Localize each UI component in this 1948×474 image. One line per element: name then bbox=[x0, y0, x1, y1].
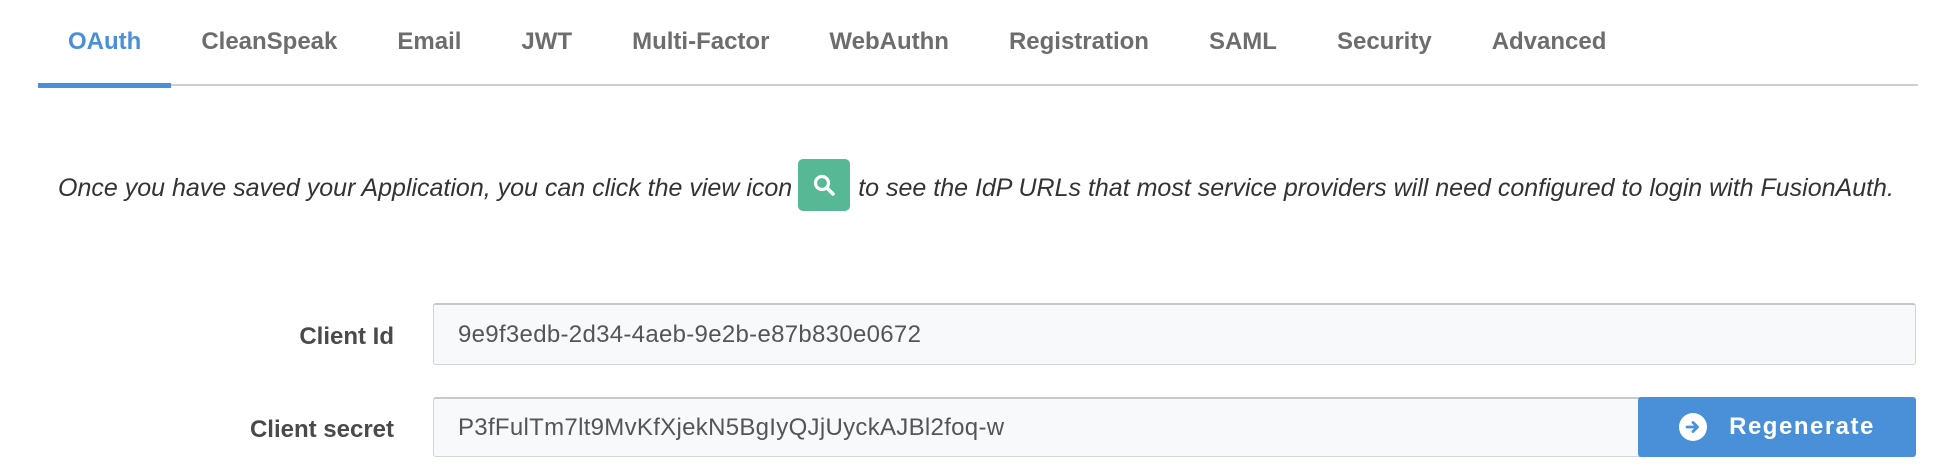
tab-webauthn[interactable]: WebAuthn bbox=[799, 0, 979, 86]
tab-advanced[interactable]: Advanced bbox=[1462, 0, 1637, 86]
info-text-before: Once you have saved your Application, yo… bbox=[58, 174, 793, 202]
client-id-label: Client Id bbox=[299, 323, 394, 350]
tab-saml[interactable]: SAML bbox=[1179, 0, 1307, 86]
tab-label: SAML bbox=[1208, 28, 1277, 55]
tab-oauth[interactable]: OAuth bbox=[38, 0, 172, 88]
arrow-circle-right-icon bbox=[1679, 413, 1708, 441]
tab-jwt[interactable]: JWT bbox=[491, 0, 602, 86]
search-icon bbox=[814, 175, 836, 197]
tab-security[interactable]: Security bbox=[1307, 0, 1462, 86]
regenerate-button[interactable]: Regenerate bbox=[1638, 397, 1916, 457]
tab-label: Advanced bbox=[1491, 28, 1607, 55]
tab-cleanspeak[interactable]: CleanSpeak bbox=[171, 0, 367, 86]
tab-label: OAuth bbox=[68, 28, 142, 55]
tab-label: Security bbox=[1336, 28, 1432, 55]
client-secret-label: Client secret bbox=[249, 416, 394, 443]
tab-bar: OAuth CleanSpeak Email JWT Multi-Factor … bbox=[38, 0, 1918, 88]
tab-label: Multi-Factor bbox=[632, 28, 770, 55]
tab-multi-factor[interactable]: Multi-Factor bbox=[602, 0, 799, 86]
regenerate-label: Regenerate bbox=[1729, 413, 1875, 440]
tab-label: WebAuthn bbox=[829, 28, 949, 55]
view-button[interactable] bbox=[798, 159, 851, 212]
tab-registration[interactable]: Registration bbox=[979, 0, 1179, 86]
client-id-field[interactable]: 9e9f3edb-2d34-4aeb-9e2b-e87b830e0672 bbox=[433, 303, 1916, 365]
tab-label: Email bbox=[397, 28, 462, 55]
tab-label: CleanSpeak bbox=[201, 28, 338, 55]
tab-label: JWT bbox=[521, 28, 573, 55]
info-text-after: to see the IdP URLs that most service pr… bbox=[858, 174, 1894, 202]
client-secret-field[interactable]: P3fFulTm7lt9MvKfXjekN5BgIyQJjUyckAJBl2fo… bbox=[433, 397, 1641, 457]
tab-label: Registration bbox=[1008, 28, 1149, 55]
info-text: Once you have saved your Application, yo… bbox=[58, 159, 1898, 212]
tab-email[interactable]: Email bbox=[367, 0, 491, 86]
